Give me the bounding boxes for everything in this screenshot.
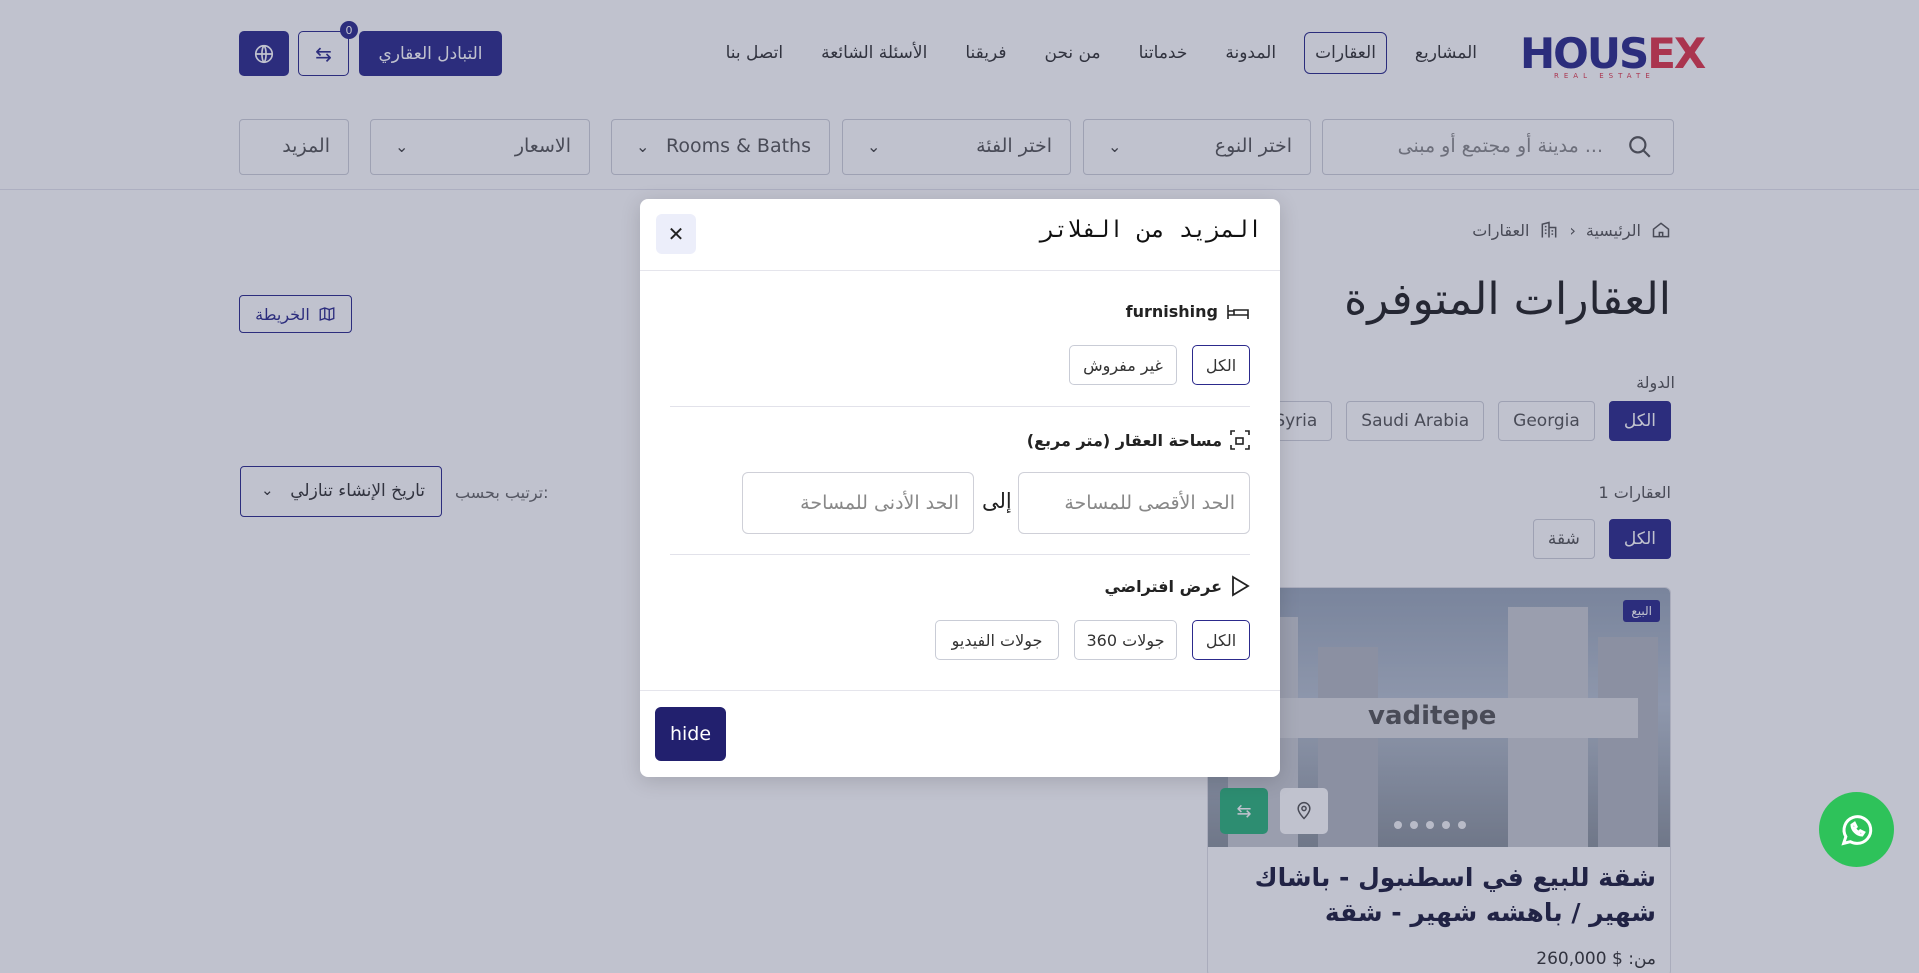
area-max-input[interactable]: الحد الأقصى للمساحة (1018, 472, 1250, 534)
modal-footer-divider (640, 690, 1280, 691)
area-section-title: مساحة العقار (متر مربع) (1027, 430, 1250, 450)
furnishing-label: furnishing (1125, 302, 1218, 321)
page: HOUSEX REAL ESTATE المشاريع العقارات الم… (0, 0, 1919, 973)
furnishing-section-title: furnishing (1126, 302, 1250, 321)
furnishing-option-unfurnished[interactable]: غير مفروش (1069, 345, 1177, 385)
play-icon (1232, 575, 1250, 597)
virtual-tour-section-title: عرض افتراضي (1104, 575, 1250, 597)
divider (670, 406, 1250, 407)
modal-title: المزيد من الفلاتر (1040, 217, 1262, 243)
virtual-tour-label: عرض افتراضي (1104, 576, 1222, 596)
whatsapp-button[interactable] (1819, 792, 1894, 867)
virtual-option-all[interactable]: الكل (1192, 620, 1250, 660)
area-min-input[interactable]: الحد الأدنى للمساحة (742, 472, 974, 534)
close-button[interactable]: ✕ (656, 214, 696, 254)
virtual-option-video[interactable]: جولات الفيديو (935, 620, 1059, 660)
bed-icon (1227, 304, 1249, 319)
virtual-option-360[interactable]: جولات 360 (1074, 620, 1177, 660)
area-label: مساحة العقار (متر مربع) (1026, 430, 1222, 450)
divider (670, 554, 1250, 555)
area-icon (1230, 430, 1250, 450)
furnishing-option-all[interactable]: الكل (1192, 345, 1250, 385)
hide-button[interactable]: hide (655, 707, 726, 761)
close-icon: ✕ (667, 222, 685, 246)
modal-header: المزيد من الفلاتر ✕ (640, 199, 1280, 271)
whatsapp-icon (1840, 814, 1872, 845)
more-filters-modal: المزيد من الفلاتر ✕ furnishing الكل غير … (640, 199, 1280, 777)
to-label: إلى (982, 489, 1012, 513)
